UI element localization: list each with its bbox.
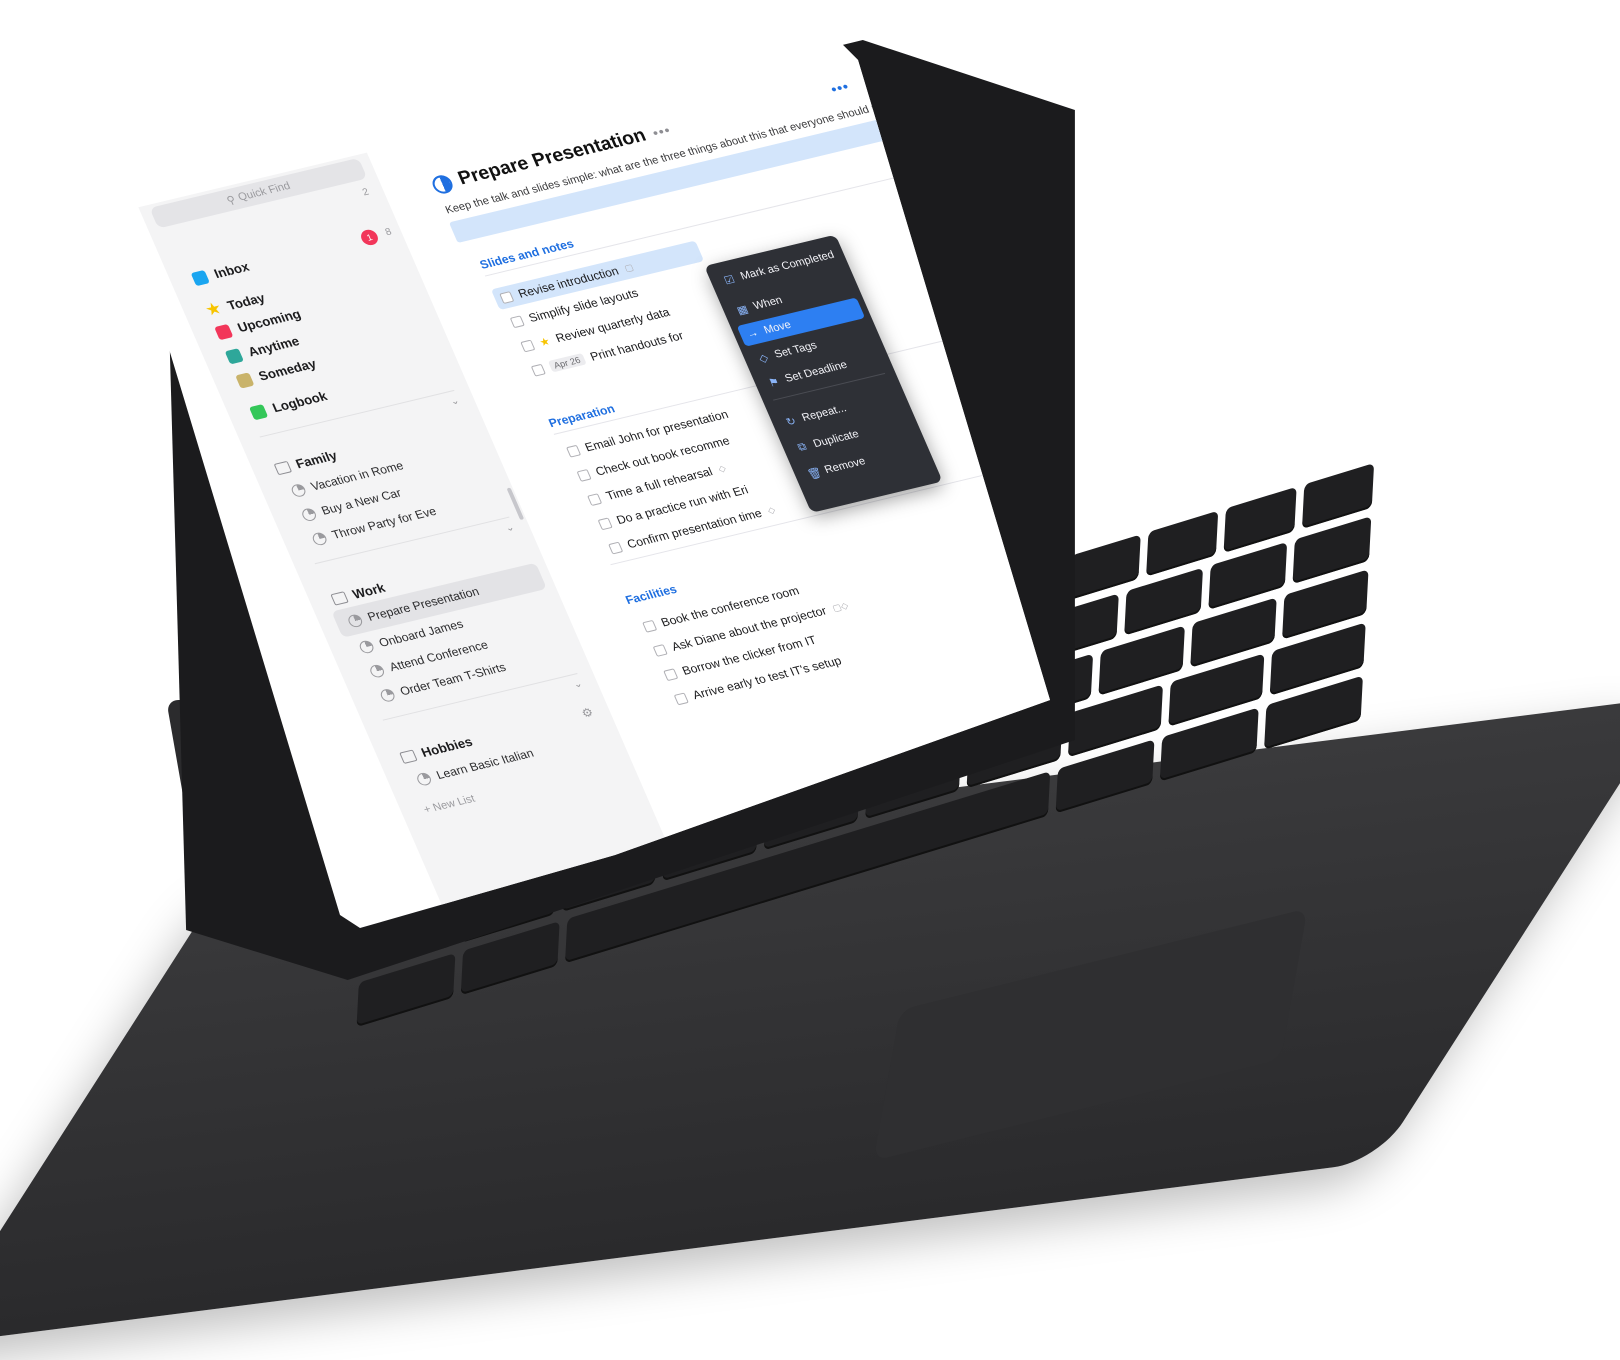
sidebar-divider — [382, 673, 578, 721]
menu-item-label: Move — [762, 318, 794, 337]
project-notes[interactable]: Keep the talk and slides simple: what ar… — [444, 90, 929, 217]
more-options-icon[interactable]: ••• — [828, 78, 852, 97]
chevron-down-icon[interactable]: ⌄ — [504, 522, 517, 534]
arrow-right-icon: → — [745, 326, 761, 341]
layers-icon — [224, 347, 244, 364]
status-time: 12:32 PM — [141, 184, 183, 203]
tag-icon: ◇ — [765, 504, 777, 516]
sidebar-item-label: Inbox — [211, 259, 252, 282]
tag-icon: ◇ — [756, 351, 771, 365]
section-heading[interactable]: Preparation — [546, 402, 617, 431]
sidebar-item-label: Today — [224, 289, 268, 313]
search-icon: ⚲ — [224, 193, 238, 207]
task-checkbox[interactable] — [530, 363, 546, 377]
task-checkbox[interactable] — [662, 667, 679, 681]
inbox-count: 8 — [383, 226, 394, 239]
sidebar-item-label: Upcoming — [235, 306, 304, 336]
progress-pie-icon — [429, 172, 456, 196]
flag-icon: ⚑ — [766, 375, 782, 390]
sidebar-divider — [314, 516, 510, 565]
star-icon: ★ — [537, 335, 553, 349]
menu-item-label: When — [751, 294, 785, 313]
search-placeholder: Quick Find — [236, 180, 293, 204]
sidebar-item-inbox[interactable]: Inbox — [190, 259, 251, 286]
task-checkbox[interactable] — [597, 516, 613, 530]
new-list-button[interactable]: + New List — [422, 793, 477, 816]
progress-pie-icon — [414, 771, 433, 787]
context-menu: ☑ Mark as Completed ▦ When → Move ◇ Set … — [704, 234, 943, 513]
area-title: Hobbies — [418, 734, 475, 760]
search-input[interactable]: ⚲ Quick Find — [149, 157, 368, 229]
area-family[interactable]: Family — [273, 447, 340, 476]
calendar-icon: ▦ — [734, 303, 750, 317]
task-checkbox[interactable] — [673, 692, 689, 705]
duplicate-icon: ⧉ — [795, 440, 809, 454]
inbox-icon — [190, 269, 210, 286]
sidebar-item-logbook[interactable]: Logbook — [248, 388, 330, 420]
trash-icon: 🗑 — [805, 466, 824, 481]
box-icon — [235, 371, 255, 389]
area-icon — [273, 460, 292, 475]
area-title: Family — [293, 447, 340, 472]
task-checkbox[interactable] — [565, 444, 581, 458]
progress-pie-icon — [310, 530, 329, 547]
logbook-icon — [248, 403, 269, 420]
sidebar-item-someday[interactable]: Someday — [235, 356, 319, 389]
star-icon: ★ — [203, 299, 224, 319]
new-list-label: New List — [431, 792, 477, 814]
progress-pie-icon — [357, 638, 376, 655]
sidebar-item-today[interactable]: ★ Today — [203, 288, 268, 319]
date-chip: Apr 26 — [547, 353, 587, 373]
task-checkbox[interactable] — [520, 339, 536, 352]
sidebar-count: 2 — [360, 186, 371, 199]
gear-icon[interactable]: ⚙ — [579, 705, 595, 721]
progress-pie-icon — [367, 663, 386, 679]
sidebar-item-anytime[interactable]: Anytime — [224, 333, 302, 364]
menu-item-label: Remove — [822, 455, 868, 477]
repeat-icon: ↻ — [784, 414, 798, 429]
menu-item-label: Mark as Completed — [738, 248, 837, 283]
sidebar-item-label: Logbook — [269, 388, 330, 416]
task-checkbox[interactable] — [641, 619, 658, 633]
area-icon — [330, 590, 349, 606]
area-icon — [398, 749, 418, 764]
task-checkbox[interactable] — [607, 541, 624, 555]
inbox-badge: 1 — [358, 228, 381, 247]
menu-item-label: Repeat... — [800, 402, 849, 424]
project-label: Buy a New Car — [319, 485, 404, 518]
progress-pie-icon — [378, 687, 397, 703]
chevron-down-icon[interactable]: ⌄ — [449, 395, 462, 407]
area-hobbies[interactable]: Hobbies — [398, 734, 475, 765]
calendar-icon — [213, 323, 234, 340]
checkbox-icon: ☑ — [722, 273, 737, 287]
sidebar-item-label: Someday — [256, 356, 319, 384]
more-options-icon[interactable]: ••• — [650, 122, 674, 141]
menu-item-label: Duplicate — [811, 428, 861, 451]
task-checkbox[interactable] — [576, 468, 592, 482]
chevron-down-icon[interactable]: ⌄ — [572, 679, 585, 691]
section-heading[interactable]: Facilities — [623, 582, 679, 607]
task-checkbox[interactable] — [509, 314, 525, 328]
note-icon: ▢◇ — [830, 599, 850, 613]
task-checkbox[interactable] — [652, 643, 668, 657]
progress-pie-icon — [299, 506, 318, 522]
sidebar-item-label: Anytime — [245, 333, 302, 360]
menu-item-label: Set Tags — [772, 339, 819, 361]
tag-icon: ◇ — [716, 462, 728, 474]
progress-pie-icon — [289, 482, 308, 498]
task-checkbox[interactable] — [586, 492, 603, 506]
menu-item-label: Set Deadline — [783, 358, 850, 385]
